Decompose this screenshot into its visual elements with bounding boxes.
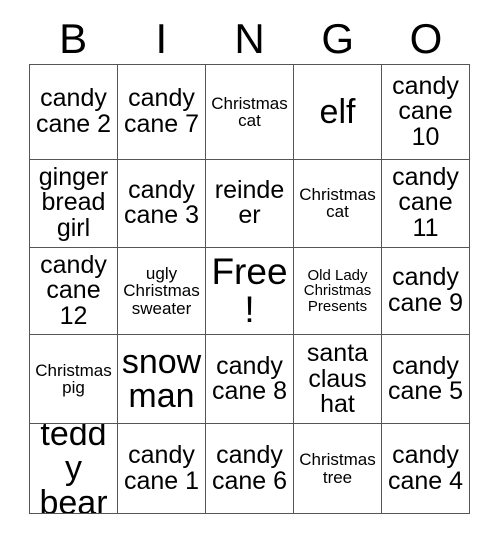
bingo-cell-label: candy cane 9 <box>387 263 464 317</box>
bingo-cell-label: candy cane 4 <box>387 441 464 495</box>
bingo-cell-label: candy cane 12 <box>40 250 107 330</box>
bingo-row: candy cane 2 candy cane 7 Christmas cat … <box>30 65 470 160</box>
bingo-cell-label: candy cane 7 <box>123 84 200 138</box>
bingo-cell[interactable]: snow man <box>118 335 206 425</box>
bingo-card: B I N G O candy cane 2 candy cane 7 Chri… <box>0 0 500 544</box>
bingo-cell[interactable]: candy cane 4 <box>382 424 470 514</box>
bingo-cell[interactable]: Old Lady Christmas Presents <box>294 247 382 336</box>
bingo-cell-label: Christmas cat <box>211 93 288 130</box>
bingo-cell[interactable]: candy cane 10 <box>382 65 470 160</box>
bingo-cell[interactable]: Christmas cat <box>294 159 382 248</box>
bingo-cell-label: Christmas tree <box>299 450 376 487</box>
bingo-cell[interactable]: reindeer <box>206 159 294 248</box>
bingo-row: Christmas pig snow man candy cane 8 sant… <box>30 335 470 425</box>
bingo-cell[interactable]: candy cane 6 <box>206 424 294 514</box>
bingo-cell[interactable]: Christmas tree <box>294 424 382 514</box>
bingo-header-letter-g: G <box>321 15 355 62</box>
bingo-cell[interactable]: teddy bear <box>30 424 118 514</box>
bingo-cell[interactable]: ginger bread girl <box>30 159 118 248</box>
bingo-cell[interactable]: Christmas pig <box>30 335 118 425</box>
bingo-cell-label: reindeer <box>214 175 285 230</box>
bingo-cell-label: santa claus hat <box>306 339 369 419</box>
bingo-cell-label: candy cane 3 <box>123 175 200 230</box>
bingo-cell[interactable]: candy cane 2 <box>30 65 118 160</box>
bingo-grid: candy cane 2 candy cane 7 Christmas cat … <box>29 64 470 514</box>
bingo-header-letter-n: N <box>234 15 265 62</box>
bingo-cell[interactable]: candy cane 12 <box>30 247 118 336</box>
bingo-cell[interactable]: candy cane 8 <box>206 335 294 425</box>
bingo-cell-label: candy cane 11 <box>392 162 459 242</box>
bingo-cell[interactable]: santa claus hat <box>294 335 382 425</box>
bingo-cell-label: elf <box>319 92 356 131</box>
bingo-row: candy cane 12 ugly Christmas sweater Fre… <box>30 247 470 336</box>
bingo-cell-free[interactable]: Free! <box>206 247 294 336</box>
bingo-header-row: B I N G O <box>29 14 470 64</box>
bingo-header-letter-b: B <box>59 15 88 62</box>
bingo-cell[interactable]: candy cane 11 <box>382 159 470 248</box>
bingo-cell-label: candy cane 8 <box>211 351 288 406</box>
bingo-cell[interactable]: candy cane 1 <box>118 424 206 514</box>
bingo-header-letter-o: O <box>409 15 443 62</box>
bingo-cell-label: candy cane 5 <box>387 351 464 406</box>
bingo-cell[interactable]: candy cane 9 <box>382 247 470 336</box>
bingo-cell-label: candy cane 6 <box>211 441 288 495</box>
bingo-header-letter-i: I <box>155 15 168 62</box>
bingo-cell-label: candy cane 2 <box>35 84 112 138</box>
bingo-cell[interactable]: candy cane 5 <box>382 335 470 425</box>
bingo-cell-label: ginger bread girl <box>38 162 109 242</box>
bingo-cell-label: snow man <box>121 342 202 416</box>
bingo-cell-label: ugly Christmas sweater <box>123 263 200 318</box>
bingo-row: teddy bear candy cane 1 candy cane 6 Chr… <box>30 424 470 514</box>
bingo-cell-label: candy cane 10 <box>392 71 459 151</box>
bingo-cell-label: Christmas cat <box>299 184 376 222</box>
bingo-cell-label: candy cane 1 <box>123 441 200 495</box>
bingo-cell[interactable]: ugly Christmas sweater <box>118 247 206 336</box>
bingo-cell-label: Old Lady Christmas Presents <box>303 267 372 315</box>
bingo-cell[interactable]: elf <box>294 65 382 160</box>
bingo-cell[interactable]: Christmas cat <box>206 65 294 160</box>
bingo-cell-label: Free! <box>211 251 288 330</box>
bingo-cell-label: teddy bear <box>39 424 108 514</box>
bingo-row: ginger bread girl candy cane 3 reindeer … <box>30 159 470 248</box>
bingo-cell[interactable]: candy cane 3 <box>118 159 206 248</box>
bingo-cell[interactable]: candy cane 7 <box>118 65 206 160</box>
bingo-cell-label: Christmas pig <box>35 360 112 398</box>
